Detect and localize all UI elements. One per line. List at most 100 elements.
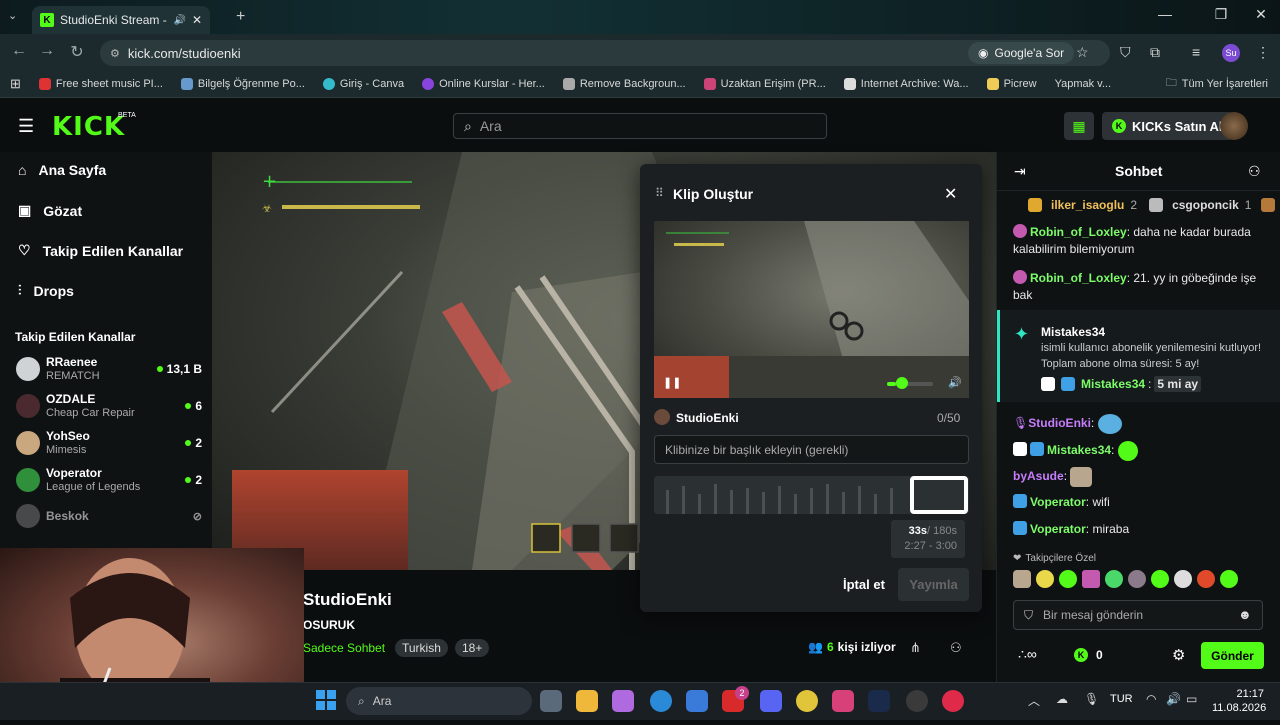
tab-list-icon[interactable]: ⌄ [8,9,17,22]
emote-icon[interactable] [1059,570,1077,588]
taskbar-search[interactable]: ⌕ Ara [346,687,532,715]
browser-tab[interactable]: K StudioEnki Stream - Watch 🔊 ✕ [32,6,210,34]
chat-username[interactable]: Mistakes34 [1081,377,1145,391]
emote-icon[interactable] [1082,570,1100,588]
media-control-icon[interactable]: ≡ [1192,44,1200,60]
sidebar-item-home[interactable]: ⌂ Ana Sayfa [18,162,106,178]
publish-button[interactable]: Yayımla [898,568,969,601]
back-icon[interactable]: ← [8,42,30,60]
wifi-icon[interactable]: ◠ [1146,692,1156,706]
reload-icon[interactable]: ↻ [66,42,88,62]
chat-username[interactable]: Voperator [1030,495,1086,509]
chat-username[interactable]: Voperator [1030,522,1086,536]
bookmark-star-icon[interactable]: ☆ [1076,44,1089,61]
volume-icon[interactable]: 🔊 [948,376,962,389]
clip-preview[interactable] [654,221,969,398]
emote-icon[interactable] [1197,570,1215,588]
close-modal-icon[interactable]: ✕ [944,184,957,204]
volume-slider[interactable] [887,382,933,386]
site-info-icon[interactable]: ⚙ [110,47,120,60]
bookmark-item[interactable]: Giriş - Canva [322,77,404,90]
followed-channel-item[interactable]: OZDALE Cheap Car Repair 6 [16,389,202,423]
chrome-icon[interactable] [796,690,818,712]
sidebar-item-browse[interactable]: ▣ Gözat [18,202,82,219]
chat-username[interactable]: Mistakes34 [1047,443,1111,457]
share-icon[interactable]: ⋔ [910,640,921,656]
minimize-icon[interactable]: — [1150,6,1180,22]
tab-close-icon[interactable]: ✕ [192,13,202,27]
channel-name-title[interactable]: StudioEnki [303,590,392,610]
copilot-icon[interactable] [612,690,634,712]
close-window-icon[interactable]: ✕ [1246,6,1276,23]
microphone-icon[interactable]: 🎙 [1084,692,1099,706]
extensions-icon[interactable]: ⧉ [1150,44,1160,61]
shield-icon[interactable]: ⛉ [1120,44,1131,61]
onedrive-icon[interactable]: ☁ [1056,692,1068,706]
sidebar-item-following[interactable]: ♡ Takip Edilen Kanallar [18,242,183,259]
volume-thumb[interactable] [896,377,908,389]
url-bar[interactable]: ⚙ kick.com/studioenki [100,40,1110,66]
chat-username[interactable]: Robin_of_Loxley [1030,225,1127,239]
all-bookmarks-folder[interactable]: 🗀 Tüm Yer İşaretleri [1166,74,1268,93]
bookmark-item[interactable]: Bilgelş Öğrenme Po... [180,77,305,90]
maximize-icon[interactable]: ❐ [1206,6,1236,23]
chat-message-input[interactable]: ⛉ Bir mesaj gönderin [1013,600,1263,630]
bookmark-item[interactable]: Online Kurslar - Her... [422,77,545,90]
edge-icon[interactable] [650,690,672,712]
obs-icon[interactable] [906,690,928,712]
chat-rewards-icon[interactable]: ∴∞ [1018,646,1037,663]
drag-handle-icon[interactable]: ⠿ [655,186,664,200]
forward-icon[interactable]: → [36,42,58,60]
chat-username[interactable]: Robin_of_Loxley [1030,271,1127,285]
chat-username[interactable]: StudioEnki [1028,416,1091,430]
follow-user-icon[interactable]: ⚇ [950,640,962,656]
gifter-name[interactable]: csgoponcik [1172,198,1239,212]
media-player-icon[interactable] [942,690,964,712]
emote-icon[interactable] [1013,570,1031,588]
new-tab-icon[interactable]: + [236,8,245,26]
chat-username[interactable]: byAsude [1013,469,1064,483]
followed-channel-item[interactable]: RRaenee REMATCH 13,1 B [16,352,202,386]
emote-icon[interactable] [1151,570,1169,588]
user-avatar[interactable] [1220,112,1248,140]
bookmark-item[interactable]: Remove Backgroun... [562,77,686,90]
file-explorer-icon[interactable] [576,690,598,712]
tab-audio-icon[interactable]: 🔊 [173,15,185,26]
tag-age[interactable]: 18+ [455,639,490,657]
chat-mode-label[interactable]: Sadece Sohbet [303,641,385,655]
volume-tray-icon[interactable]: 🔊 [1166,692,1181,706]
emote-icon[interactable] [1174,570,1192,588]
clip-title-input[interactable]: Klibinize bir başlık ekleyin (gerekli) [654,435,969,464]
chat-settings-icon[interactable]: ⚙ [1172,646,1185,664]
creator-dashboard-icon[interactable]: ▦ [1064,112,1094,140]
instagram-icon[interactable] [832,690,854,712]
profile-avatar[interactable]: Su [1222,44,1240,62]
taskbar-clock[interactable]: 21:17 11.08.2026 [1212,687,1266,716]
cancel-button[interactable]: İptal et [843,577,885,592]
sidebar-item-drops[interactable]: ⫶ Drops [18,282,74,299]
kick-logo[interactable]: KICK [52,112,125,142]
bookmark-item[interactable]: Free sheet music PI... [38,77,163,90]
start-button-icon[interactable] [316,690,336,710]
battery-icon[interactable]: ▭ [1186,692,1197,706]
search-input[interactable]: ⌕ Ara [453,113,827,139]
emote-icon[interactable] [1220,570,1238,588]
emoji-picker-icon[interactable]: ☻ [1238,607,1252,622]
emote-icon[interactable] [1128,570,1146,588]
emote-icon[interactable] [1105,570,1123,588]
clip-range-selector[interactable] [910,476,968,514]
steam-icon[interactable] [868,690,890,712]
bookmark-item[interactable]: Uzaktan Erişim (PR... [703,77,826,90]
tray-chevron-icon[interactable]: ︿ [1028,692,1040,709]
store-icon[interactable] [686,690,708,712]
bookmark-item[interactable]: Internet Archive: Wa... [843,77,969,90]
chat-users-icon[interactable]: ⚇ [1248,163,1261,180]
hamburger-menu-icon[interactable]: ☰ [18,116,34,137]
tag-language[interactable]: Turkish [395,639,448,657]
apps-icon[interactable]: ⊞ [10,76,21,92]
followed-channel-item[interactable]: Voperator League of Legends 2 [16,463,202,497]
gifter-name[interactable]: ilker_isaoglu [1051,198,1124,212]
buy-kicks-button[interactable]: K KICKs Satın Al [1102,112,1233,140]
discord-icon[interactable] [760,690,782,712]
pause-icon[interactable]: ❚❚ [663,376,681,389]
